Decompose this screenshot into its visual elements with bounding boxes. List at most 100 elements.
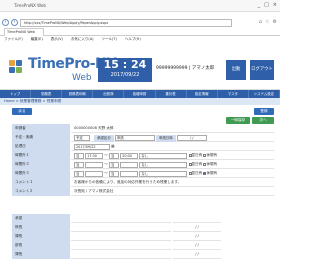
overtime-2-label: 時間外２: [12, 160, 70, 169]
nav-arrows: ‹ ›: [2, 19, 18, 26]
back-button[interactable]: 戻る: [12, 108, 32, 115]
ot1-from-day[interactable]: 当: [74, 153, 84, 159]
ot2-kind-select[interactable]: なし: [139, 162, 188, 168]
nav-summary[interactable]: 集計表: [156, 90, 187, 98]
approver-date: / /: [173, 250, 221, 259]
logout-button[interactable]: ログアウト: [250, 60, 274, 80]
window-titlebar: TimeProNX Web _ □ ×: [0, 0, 280, 12]
menu-file[interactable]: ファイル(F): [4, 37, 23, 44]
plan-value: 予定 承認区分 申請 申請日時 / /: [71, 133, 274, 142]
plan-select[interactable]: 予定: [74, 135, 90, 141]
address-row: ‹ › http://xxx/TimeProNX/Web/Apply/Paper…: [0, 18, 280, 28]
approver-date: / /: [173, 223, 221, 232]
form-row-plan: 予定・実績 予定 承認区分 申請 申請日時 / /: [12, 133, 274, 142]
menu-view[interactable]: 表示(V): [51, 37, 63, 44]
overtime-2-cell: 当 ～ 当 なし 翌日有 休憩有: [71, 160, 274, 169]
approver-name: [71, 241, 171, 250]
address-bar[interactable]: http://xxx/TimeProNX/Web/Apply/PaperAppl…: [20, 19, 232, 27]
browser-tools: ⌂ ☆ ⚙: [259, 19, 277, 25]
nav-timesheet-print[interactable]: 勤務表印刷: [62, 90, 94, 98]
form-row-date: 処理日 2017/09/22 ▦: [12, 142, 274, 151]
comment-2-input[interactable]: 次長宛 / アマノ株式会社: [71, 187, 274, 196]
breadcrumb: Home > 就業管理業務 > 残業申請: [4, 99, 62, 103]
ot3-from-day[interactable]: 当: [74, 171, 84, 177]
form-row-comment-1: コメント１ お客様からの依頼により、追加の対応作業を行うため残業します。: [12, 178, 274, 187]
forward-arrow-icon[interactable]: ›: [11, 19, 18, 26]
application-form: 申請者 0000000008 天野 太郎 予定・実績 予定 承認区分 申請 申請…: [12, 124, 274, 196]
clock-panel: 15 : 24 2017/09/22: [98, 58, 152, 82]
nav-system[interactable]: システム設定: [249, 90, 280, 98]
ot1-from-time[interactable]: 17:30: [85, 153, 104, 159]
applicant-value: 0000000008 天野 太郎: [71, 124, 274, 133]
nav-top[interactable]: トップ: [0, 90, 32, 98]
approver-label: 課長: [12, 250, 70, 259]
menu-edit[interactable]: 編集(E): [31, 37, 43, 44]
ot1-kind-select[interactable]: なし: [139, 153, 188, 159]
comment-2-label: コメント２: [12, 187, 70, 196]
form-row-overtime-3: 時間外３ 当 ～ 当 なし 翌日有 休憩有: [12, 169, 274, 178]
process-date-input[interactable]: 2017/09/22: [74, 144, 110, 150]
gear-icon[interactable]: ⚙: [273, 19, 277, 25]
approval-type-label: 承認区分: [94, 135, 114, 142]
ot3-to-time[interactable]: [120, 171, 139, 177]
approval-header-row: 承認: [12, 214, 274, 223]
ot1-to-time[interactable]: 20:00: [120, 153, 139, 159]
menu-tools[interactable]: ツール(T): [101, 37, 116, 44]
process-date-cell: 2017/09/22 ▦: [71, 142, 274, 151]
user-info: 99999999999 | アマノ太郎: [156, 66, 215, 71]
approval-table: 承認 係長 / / 課長 / / 部長 / / 課長 / /: [12, 214, 274, 259]
ot1-break-label: 休憩有: [206, 153, 218, 157]
ot2-break-label: 休憩有: [206, 162, 218, 166]
main-nav: トップ 勤務表 勤務表印刷 出勤簿 各種申請 集計表 設定情報 マスタ システム…: [0, 90, 280, 98]
menu-favorites[interactable]: お気に入り(A): [71, 37, 94, 44]
save-button[interactable]: 登録: [254, 108, 274, 115]
ot3-next-day-label: 翌日有: [191, 171, 203, 175]
form-row-overtime-2: 時間外２ 当 ～ 当 なし 翌日有 休憩有: [12, 160, 274, 169]
approver-name: [71, 250, 171, 259]
nav-master[interactable]: マスタ: [218, 90, 249, 98]
menu-help[interactable]: ヘルプ(H): [125, 37, 141, 44]
nav-attendance[interactable]: 出勤簿: [93, 90, 125, 98]
address-url: http://xxx/TimeProNX/Web/Apply/PaperAppl…: [24, 21, 109, 25]
approver-label: 部長: [12, 241, 70, 250]
browser-tab[interactable]: TimeProNX Web: [4, 28, 44, 36]
applicant-label: 申請者: [12, 124, 70, 133]
minimize-button[interactable]: _: [258, 2, 261, 8]
ot1-to-day[interactable]: 当: [109, 153, 120, 159]
form-row-overtime-1: 時間外１ 当 17:30 ～ 当 20:00 なし 翌日有 休憩有: [12, 151, 274, 160]
ot3-break-label: 休憩有: [206, 171, 218, 175]
ot2-to-time[interactable]: [120, 162, 139, 168]
approval-row: 係長 / /: [12, 223, 274, 232]
ot2-to-day[interactable]: 当: [109, 162, 120, 168]
apply-date-value: / /: [176, 135, 207, 141]
clock-in-button[interactable]: 出勤: [226, 60, 246, 80]
clock-date: 2017/09/22: [110, 72, 140, 78]
next-button[interactable]: 次へ: [252, 117, 274, 124]
approval-status: 申請: [114, 135, 155, 141]
star-icon[interactable]: ☆: [265, 19, 269, 25]
maximize-button[interactable]: □: [264, 2, 269, 8]
close-button[interactable]: ×: [273, 2, 277, 8]
ot3-kind-select[interactable]: なし: [139, 171, 188, 177]
logo-icon: [9, 60, 23, 74]
nav-settings[interactable]: 設定情報: [187, 90, 218, 98]
calendar-icon[interactable]: ▦: [111, 144, 114, 148]
browser-menu: ファイル(F) 編集(E) 表示(V) お気に入り(A) ツール(T) ヘルプ(…: [0, 37, 280, 44]
ot2-from-day[interactable]: 当: [74, 162, 84, 168]
comment-1-label: コメント１: [12, 178, 70, 187]
nav-timesheet[interactable]: 勤務表: [31, 90, 63, 98]
approver-name: [71, 223, 171, 232]
ot3-from-time[interactable]: [85, 171, 104, 177]
back-arrow-icon[interactable]: ‹: [2, 19, 9, 26]
window-controls: _ □ ×: [258, 2, 277, 8]
draft-button[interactable]: 一時保存: [226, 117, 250, 124]
home-icon[interactable]: ⌂: [259, 19, 262, 25]
ot1-next-day-label: 翌日有: [191, 153, 203, 157]
comment-1-input[interactable]: お客様からの依頼により、追加の対応作業を行うため残業します。: [71, 178, 274, 187]
process-date-label: 処理日: [12, 142, 70, 151]
ot2-from-time[interactable]: [85, 162, 104, 168]
nav-applications[interactable]: 各種申請: [124, 90, 156, 98]
breadcrumb-bar: Home > 就業管理業務 > 残業申請: [0, 98, 280, 105]
approval-header-blank: [71, 214, 171, 223]
ot3-to-day[interactable]: 当: [109, 171, 120, 177]
